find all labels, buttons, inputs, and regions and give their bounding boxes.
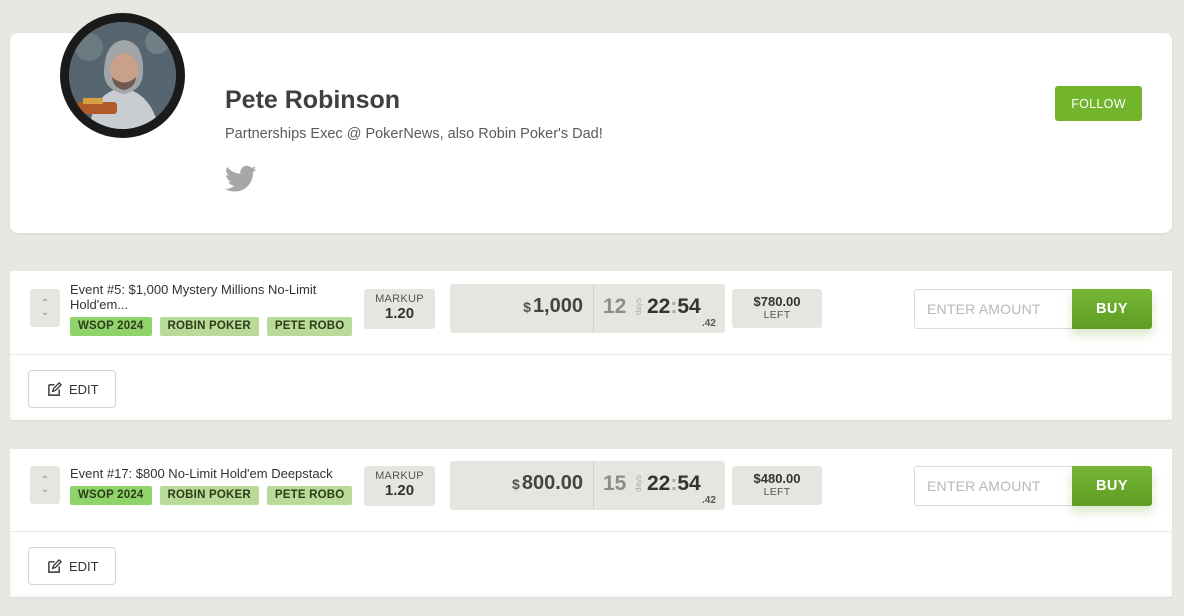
profile-card: Pete Robinson Partnerships Exec @ PokerN… (10, 13, 1172, 233)
remaining-amount: $780.00 (753, 294, 801, 309)
tag-room[interactable]: ROBIN POKER (159, 317, 259, 336)
countdown-hours: 22 (647, 295, 671, 318)
event-title[interactable]: Event #17: $800 No-Limit Hold'em Deepsta… (70, 466, 355, 481)
edit-icon (48, 381, 62, 396)
chevron-down-icon: ⌄ (40, 484, 50, 495)
edit-label: EDIT (69, 558, 99, 574)
tag-series[interactable]: WSOP 2024 (70, 486, 152, 505)
countdown-days: 12 (603, 295, 627, 318)
remaining-box: $780.00 LEFT (732, 289, 822, 328)
countdown-clock: 22:54 (647, 295, 701, 318)
edit-icon (48, 558, 62, 573)
event-tags: WSOP 2024 ROBIN POKER PETE ROBO (70, 486, 353, 505)
price-countdown-box: $1,000 12 days 22:54 .42 (450, 284, 725, 333)
price-value: 800.00 (521, 472, 583, 494)
reorder-handle[interactable]: ⌃ ⌄ (30, 289, 60, 327)
markup-value: 1.20 (384, 305, 415, 322)
remaining-box: $480.00 LEFT (732, 466, 822, 505)
tag-player[interactable]: PETE ROBO (266, 317, 353, 336)
profile-name: Pete Robinson (225, 86, 401, 114)
avatar[interactable] (60, 13, 185, 138)
profile-bio: Partnerships Exec @ PokerNews, also Robi… (225, 126, 603, 142)
days-label: days (634, 298, 643, 315)
buy-button[interactable]: BUY (1072, 466, 1152, 506)
markup-label: MARKUP (375, 470, 424, 482)
twitter-icon[interactable] (224, 165, 257, 193)
amount-input[interactable] (914, 466, 1072, 506)
currency-symbol: $ (523, 299, 531, 315)
chevron-down-icon: ⌄ (40, 307, 50, 318)
buy-button[interactable]: BUY (1072, 289, 1152, 329)
edit-button[interactable]: EDIT (28, 547, 116, 585)
currency-symbol: $ (512, 476, 520, 492)
remaining-label: LEFT (763, 486, 791, 498)
event-footer: EDIT (10, 531, 1172, 597)
event-card: ⌃ ⌄ Event #17: $800 No-Limit Hold'em Dee… (10, 449, 1172, 597)
tag-player[interactable]: PETE ROBO (266, 486, 353, 505)
event-footer: EDIT (10, 354, 1172, 420)
countdown-seconds: .42 (702, 495, 716, 506)
remaining-label: LEFT (763, 309, 791, 321)
price-countdown-box: $800.00 15 days 22:54 .42 (450, 461, 725, 510)
avatar-photo (69, 22, 176, 129)
markup-value: 1.20 (384, 482, 415, 499)
countdown-seconds: .42 (702, 318, 716, 329)
event-tags: WSOP 2024 ROBIN POKER PETE ROBO (70, 317, 353, 336)
markup-label: MARKUP (375, 293, 424, 305)
divider (593, 284, 594, 333)
tag-series[interactable]: WSOP 2024 (70, 317, 152, 336)
remaining-amount: $480.00 (753, 471, 801, 486)
follow-button[interactable]: FOLLOW (1055, 86, 1142, 121)
countdown-days: 15 (603, 472, 627, 495)
price-value: 1,000 (532, 295, 583, 317)
days-label: days (634, 475, 643, 492)
countdown-clock: 22:54 (647, 472, 701, 495)
countdown-minutes: 54 (677, 472, 701, 495)
event-title[interactable]: Event #5: $1,000 Mystery Millions No-Lim… (70, 282, 355, 312)
amount-input[interactable] (914, 289, 1072, 329)
markup-box: MARKUP 1.20 (364, 289, 435, 329)
countdown-hours: 22 (647, 472, 671, 495)
buyin-price: $800.00 (512, 472, 583, 495)
edit-button[interactable]: EDIT (28, 370, 116, 408)
markup-box: MARKUP 1.20 (364, 466, 435, 506)
countdown-minutes: 54 (677, 295, 701, 318)
divider (593, 461, 594, 510)
reorder-handle[interactable]: ⌃ ⌄ (30, 466, 60, 504)
buyin-price: $1,000 (523, 295, 583, 318)
event-card: ⌃ ⌄ Event #5: $1,000 Mystery Millions No… (10, 271, 1172, 420)
tag-room[interactable]: ROBIN POKER (159, 486, 259, 505)
edit-label: EDIT (69, 381, 99, 397)
